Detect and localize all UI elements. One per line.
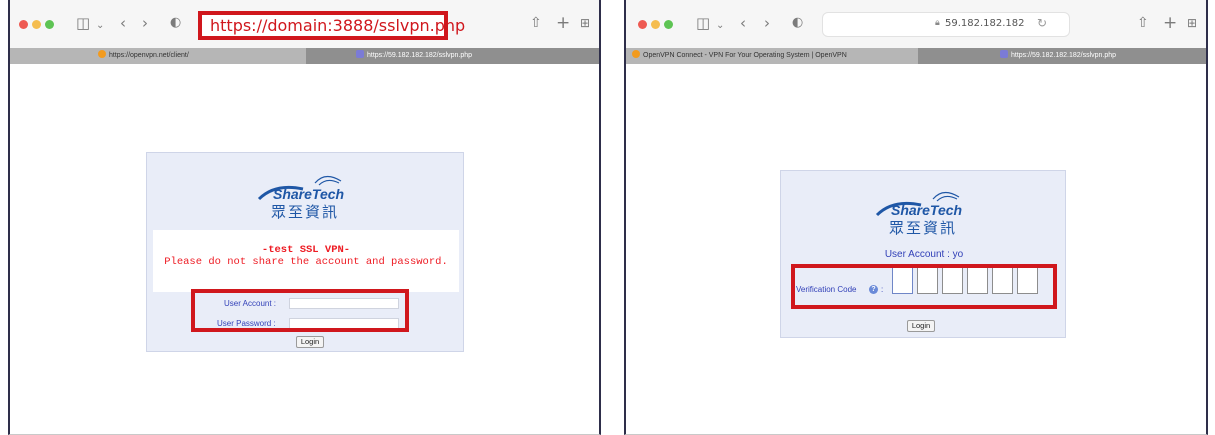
minimize-window-button[interactable] <box>651 20 660 29</box>
share-icon[interactable]: ⇧ <box>530 13 542 33</box>
tab-bar: OpenVPN Connect - VPN For Your Operating… <box>626 48 1206 64</box>
tab-title: OpenVPN Connect - VPN For Your Operating… <box>643 52 847 59</box>
message-warning: Please do not share the account and pass… <box>164 256 448 268</box>
chevron-down-icon[interactable]: ⌄ <box>716 16 724 36</box>
close-window-button[interactable] <box>638 20 647 29</box>
logo-swoosh-icon: ShareTech <box>257 175 344 202</box>
back-icon[interactable]: ‹ <box>120 13 126 33</box>
credentials-highlight-box <box>191 289 409 332</box>
sharetech-logo: ShareTech 眾至資訊 <box>245 173 365 223</box>
login-button[interactable]: Login <box>296 336 324 348</box>
address-url: https://domain:3888/sslvpn.php <box>210 16 466 35</box>
new-tab-icon[interactable]: + <box>1163 13 1177 33</box>
minimize-window-button[interactable] <box>32 20 41 29</box>
sidebar-icon[interactable]: ◫ <box>76 13 90 33</box>
chevron-down-icon[interactable]: ⌄ <box>96 16 104 36</box>
address-bar[interactable]: 🔒︎ 59.182.182.182 ↻ <box>822 12 1070 37</box>
back-icon[interactable]: ‹ <box>740 13 746 33</box>
tab-bar: https://openvpn.net/client/ https://59.1… <box>10 48 599 64</box>
tab-overview-icon[interactable]: ⊞ <box>1187 13 1197 33</box>
site-favicon-icon <box>356 50 364 58</box>
share-icon[interactable]: ⇧ <box>1137 13 1149 33</box>
openvpn-favicon-icon <box>98 50 106 58</box>
openvpn-favicon-icon <box>632 50 640 58</box>
sidebar-icon[interactable]: ◫ <box>696 13 710 33</box>
logo-brand-text: ShareTech <box>891 202 962 218</box>
lock-icon: 🔒︎ <box>935 18 940 28</box>
tab-openvpn-client[interactable]: https://openvpn.net/client/ <box>10 48 306 64</box>
tab-title: https://59.182.182.182/sslvpn.php <box>367 52 473 59</box>
address-bar[interactable]: https://domain:3888/sslvpn.php <box>198 11 465 40</box>
logo-cjk-text: 眾至資訊 <box>270 203 339 221</box>
logo-cjk-text: 眾至資訊 <box>888 219 957 237</box>
login-message: -test SSL VPN- Please do not share the a… <box>153 230 459 292</box>
toolbar: ◫ ⌄ ‹ › ◐ https://domain:3888/sslvpn.php… <box>10 0 599 48</box>
forward-icon[interactable]: › <box>764 13 770 33</box>
close-window-button[interactable] <box>19 20 28 29</box>
tab-overview-icon[interactable]: ⊞ <box>580 13 590 33</box>
tab-openvpn-connect[interactable]: OpenVPN Connect - VPN For Your Operating… <box>626 48 918 64</box>
browser-window-right: ◫ ⌄ ‹ › ◐ 🔒︎ 59.182.182.182 ↻ ⇧ + ⊞ Open… <box>624 0 1208 435</box>
reload-icon[interactable]: ↻ <box>1037 16 1047 30</box>
zoom-window-button[interactable] <box>664 20 673 29</box>
tab-title: https://openvpn.net/client/ <box>109 52 189 59</box>
new-tab-icon[interactable]: + <box>556 13 570 33</box>
verification-highlight-box <box>791 264 1057 309</box>
sharetech-logo: ShareTech 眾至資訊 <box>863 189 983 239</box>
forward-icon[interactable]: › <box>142 13 148 33</box>
site-favicon-icon <box>1000 50 1008 58</box>
user-account-text: User Account : yo <box>884 249 964 260</box>
tab-sslvpn[interactable]: https://59.182.182.182/sslvpn.php <box>306 48 599 64</box>
tab-title: https://59.182.182.182/sslvpn.php <box>1011 52 1117 59</box>
logo-brand-text: ShareTech <box>273 186 344 202</box>
login-button[interactable]: Login <box>907 320 935 332</box>
logo-swoosh-icon: ShareTech <box>875 191 962 218</box>
browser-window-left: ◫ ⌄ ‹ › ◐ https://domain:3888/sslvpn.php… <box>8 0 601 435</box>
toolbar: ◫ ⌄ ‹ › ◐ 🔒︎ 59.182.182.182 ↻ ⇧ + ⊞ <box>626 0 1206 48</box>
zoom-window-button[interactable] <box>45 20 54 29</box>
shield-icon[interactable]: ◐ <box>792 13 803 33</box>
shield-icon[interactable]: ◐ <box>170 13 181 33</box>
address-host: 59.182.182.182 <box>945 18 1025 29</box>
tab-sslvpn[interactable]: https://59.182.182.182/sslvpn.php <box>918 48 1206 64</box>
verification-panel: ShareTech 眾至資訊 User Account : yo <box>780 170 1066 338</box>
message-title: -test SSL VPN- <box>261 244 351 256</box>
